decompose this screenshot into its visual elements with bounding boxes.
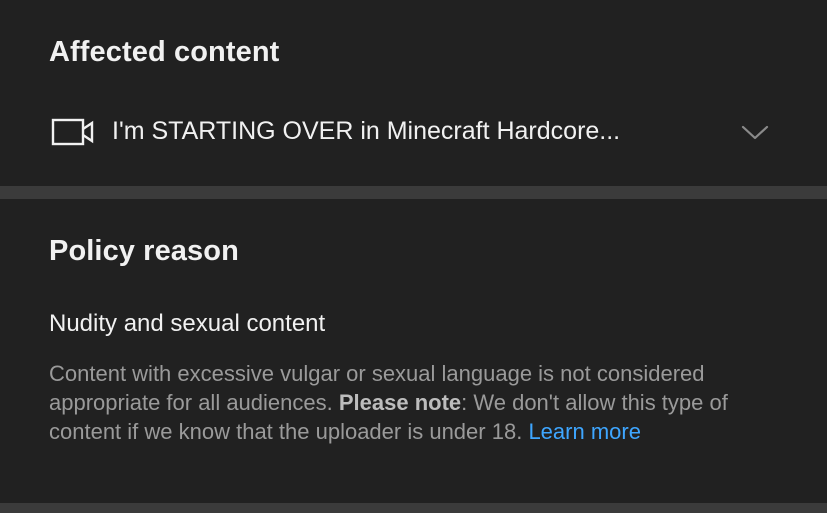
chevron-down-icon[interactable] <box>740 121 770 143</box>
policy-reason-section: Policy reason Nudity and sexual content … <box>0 199 827 503</box>
video-camera-icon <box>51 118 94 146</box>
affected-video-title: I'm STARTING OVER in Minecraft Hardcore.… <box>112 117 621 145</box>
policy-reason-heading: Policy reason <box>49 235 239 267</box>
affected-content-heading: Affected content <box>49 36 280 68</box>
policy-reason-description: Content with excessive vulgar or sexual … <box>49 359 789 446</box>
please-note-label: Please note <box>338 390 462 415</box>
policy-reason-name: Nudity and sexual content <box>49 310 326 337</box>
learn-more-link[interactable]: Learn more <box>528 419 641 444</box>
affected-content-section: Affected content I'm STARTING OVER in Mi… <box>0 0 827 186</box>
affected-video-row[interactable]: I'm STARTING OVER in Minecraft Hardcore.… <box>0 105 827 161</box>
